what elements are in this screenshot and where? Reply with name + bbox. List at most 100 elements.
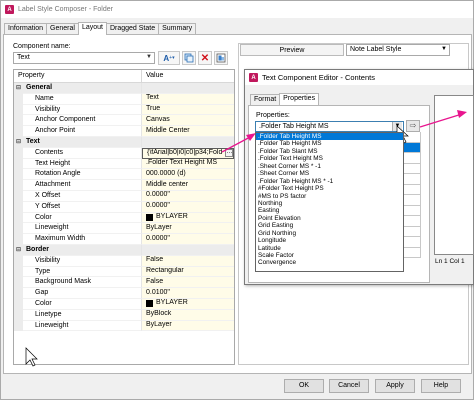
property-name: Maximum Width [23,234,142,245]
property-list-item[interactable]: Point Elevation [256,215,403,222]
property-row[interactable]: Linetype ByBlock [14,309,234,321]
cancel-button[interactable]: Cancel [329,379,369,393]
collapse-icon[interactable]: ⊟ [14,83,23,94]
delete-icon: ✕ [200,52,210,64]
properties-select[interactable]: .Folder Tab Height MS ▼ [255,121,404,132]
property-value-text: ByBlock [146,310,172,318]
property-row[interactable]: Text Height .Folder Text Height MS [14,158,234,170]
tab-properties[interactable]: Properties [279,93,320,105]
property-name: Attachment [23,180,142,191]
property-row[interactable]: Rotation Angle 000.0000 (d) [14,169,234,181]
property-value-text: BYLAYER [156,213,188,221]
property-row[interactable]: Name Text [14,93,234,105]
property-row[interactable]: Anchor Point Middle Center [14,126,234,137]
property-list-item[interactable]: Easting [256,207,403,214]
property-list-item[interactable]: .Folder Tab Height MS [256,140,403,147]
property-value[interactable]: Text [142,93,234,105]
text-editor-area[interactable] [434,95,474,255]
property-row[interactable]: Lineweight ByLayer [14,320,234,332]
draw-order-icon [216,53,226,63]
property-list-item[interactable]: .Sheet Corner MS * -1 [256,163,403,170]
ellipsis-button[interactable]: … [225,149,233,158]
row-gutter [14,115,23,127]
property-list-item[interactable]: Convergence [256,259,403,266]
property-row[interactable]: Visibility False [14,255,234,267]
property-value[interactable]: False [142,277,234,289]
collapse-icon[interactable]: ⊟ [14,244,23,256]
apply-button[interactable]: Apply [375,379,415,393]
property-value[interactable]: BYLAYER [142,298,234,310]
property-row[interactable]: X Offset 0.0000" [14,190,234,202]
component-draw-order-button[interactable] [214,51,228,65]
property-category-row[interactable]: ⊟ Text [14,136,234,148]
property-value[interactable]: BYLAYER [142,212,234,224]
property-row[interactable]: Maximum Width 0.0000" [14,234,234,245]
create-text-component-button[interactable]: A +▾ [158,51,180,65]
property-list-item[interactable]: .Folder Text Height MS [256,155,403,162]
cursor-position-status: Ln 1 Col 1 [435,258,465,265]
property-value[interactable]: ByBlock [142,309,234,321]
property-row[interactable]: Contents {\fArial|b0|i0|c0|p34;Fold… [14,147,234,159]
property-row[interactable]: Background Mask False [14,277,234,289]
property-list-item[interactable]: .Folder Tab Slant MS [256,148,403,155]
property-list-item[interactable]: #Folder Text Height PS [256,185,403,192]
row-gutter [14,309,23,321]
property-value[interactable]: Rectangular [142,266,234,278]
property-value[interactable]: {\fArial|b0|i0|c0|p34;Fold… [142,147,234,159]
property-list-item[interactable]: .Sheet Corner MS [256,170,403,177]
property-row[interactable]: Color BYLAYER [14,212,234,224]
property-row[interactable]: Anchor Component Canvas [14,115,234,127]
row-gutter [14,201,23,213]
property-row[interactable]: Type Rectangular [14,266,234,278]
property-value[interactable]: Middle center [142,180,234,191]
collapse-icon[interactable]: ⊟ [14,136,23,148]
property-list-item[interactable]: Latitude [256,245,403,252]
property-value[interactable]: 000.0000 (d) [142,169,234,181]
property-row[interactable]: Color BYLAYER [14,298,234,310]
property-value[interactable]: Middle Center [142,126,234,137]
property-value[interactable]: 0.0100" [142,288,234,299]
property-list-item[interactable]: Grid Northing [256,230,403,237]
help-button[interactable]: Help [421,379,461,393]
property-list-item[interactable]: .Folder Tab Height MS * -1 [256,178,403,185]
component-name-select[interactable]: Text ▼ [13,52,155,64]
property-value[interactable]: 0.0000" [142,190,234,202]
property-row[interactable]: Lineweight ByLayer [14,223,234,235]
property-name: Background Mask [23,277,142,289]
property-value[interactable]: False [142,255,234,267]
property-list-item[interactable]: Longitude [256,237,403,244]
property-list-item[interactable]: Scale Factor [256,252,403,259]
preview-button[interactable]: Preview [240,44,344,56]
property-value[interactable]: ByLayer [142,223,234,235]
property-value[interactable]: Canvas [142,115,234,127]
row-gutter [14,180,23,191]
property-value[interactable]: .Folder Text Height MS [142,158,234,170]
row-gutter [14,277,23,289]
property-row[interactable]: Visibility True [14,104,234,116]
insert-property-button[interactable]: ⇨ [406,120,420,132]
row-gutter [14,234,23,245]
property-row[interactable]: Gap 0.0100" [14,288,234,299]
property-value[interactable]: 0.0000" [142,201,234,213]
property-value[interactable]: True [142,104,234,116]
property-list-item[interactable]: #MS to PS factor [256,193,403,200]
property-value[interactable]: 0.0000" [142,234,234,245]
property-row[interactable]: Attachment Middle center [14,180,234,191]
property-list-item[interactable]: Grid Easting [256,222,403,229]
property-category-row[interactable]: ⊟ Border [14,244,234,256]
copy-component-button[interactable] [182,51,196,65]
property-category-row[interactable]: ⊟ General [14,83,234,94]
property-row[interactable]: Y Offset 0.0000" [14,201,234,213]
property-list-item[interactable]: Northing [256,200,403,207]
property-name: Linetype [23,309,142,321]
property-modifier-rows [403,132,421,262]
tab-layout[interactable]: Layout [77,22,107,35]
property-value[interactable]: ByLayer [142,320,234,332]
preview-style-select[interactable]: Note Label Style ▼ [346,44,450,56]
delete-component-button[interactable]: ✕ [198,51,212,65]
property-list-item[interactable]: .Folder Tab Height MS [256,133,403,141]
ok-button[interactable]: OK [284,379,324,393]
property-value [142,136,234,148]
tab-format[interactable]: Format [250,94,281,105]
property-value-text: Canvas [146,115,170,123]
